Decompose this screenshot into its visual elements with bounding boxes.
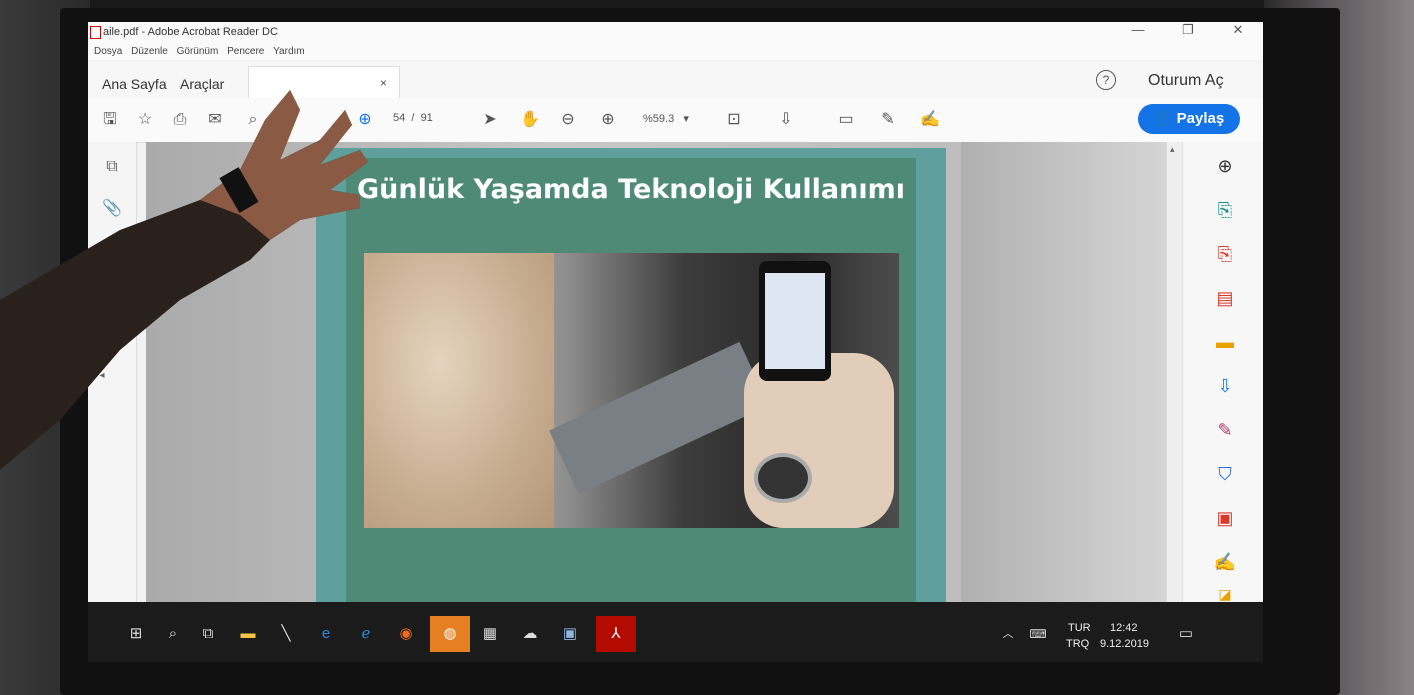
edit-pdf-icon[interactable]: ✎ xyxy=(1213,418,1237,442)
organize-pages-icon[interactable]: ▤ xyxy=(1213,286,1237,310)
next-page-icon[interactable]: ⊕ xyxy=(355,110,375,130)
photo-phone xyxy=(759,261,831,381)
zoom-pane-icon[interactable]: ⊕ xyxy=(1213,154,1237,178)
lang-indicator-bottom[interactable]: TRQ xyxy=(1066,638,1089,650)
toolbar: 🖫 ☆ ⎙ ✉ ⌕ ⊕ 54 / 91 ➤ ✋ ⊖ ⊕ %59.3 ▾ ⊡ ⇩ … xyxy=(88,98,1263,143)
share-button-label: Paylaş xyxy=(1176,110,1225,127)
layers-icon[interactable]: ◈ xyxy=(102,238,122,258)
menu-file[interactable]: Dosya xyxy=(94,46,122,57)
close-icon[interactable]: ✕ xyxy=(1223,22,1253,38)
file-explorer-icon[interactable]: ▬ xyxy=(238,624,258,644)
page-indicator: 54 / 91 xyxy=(393,112,433,124)
menu-bar: Dosya Düzenle Görünüm Pencere Yardım xyxy=(88,42,1263,60)
print-icon[interactable]: ⎙ xyxy=(170,110,190,130)
menu-view[interactable]: Görünüm xyxy=(177,46,219,57)
firefox-icon[interactable]: ◉ xyxy=(396,624,416,644)
fit-page-icon[interactable]: ⊡ xyxy=(724,110,744,130)
clock-date[interactable]: 9.12.2019 xyxy=(1100,638,1149,650)
title-bar: aile.pdf - Adobe Acrobat Reader DC — ❐ ✕ xyxy=(88,22,1263,42)
attachment-icon[interactable]: 📎 xyxy=(102,198,122,218)
windows-taskbar: ⊞ ⌕ ⧉ ▬ ╲ e ℯ ◉ ◍ ▦ ☁ ▣ ⅄ ︿ ⌨ TUR TRQ 12… xyxy=(88,602,1166,662)
calculator-icon[interactable]: ▦ xyxy=(480,624,500,644)
comment-icon[interactable]: ▭ xyxy=(836,110,856,130)
taskbar-right: ▭ xyxy=(1166,602,1263,662)
combine-files-icon[interactable]: ⇩ xyxy=(1213,374,1237,398)
export-pdf-icon[interactable]: ⎘ xyxy=(1213,242,1237,266)
bookmark-star-icon[interactable]: ☆ xyxy=(135,110,155,130)
email-icon[interactable]: ✉ xyxy=(205,110,225,130)
screen: aile.pdf - Adobe Acrobat Reader DC — ❐ ✕… xyxy=(88,22,1263,662)
sign-icon[interactable]: ✍ xyxy=(920,110,940,130)
page-separator: / xyxy=(411,112,415,124)
comment-tool-icon[interactable]: ▬ xyxy=(1213,330,1237,354)
task-view-icon[interactable]: ⧉ xyxy=(198,624,218,644)
tools-pane: ⊕ ⎘ ⎘ ▤ ▬ ⇩ ✎ ⛉ ▣ ✍ ◪ ⌄ ⇥ xyxy=(1182,142,1263,662)
slide-photo xyxy=(364,253,899,528)
photo-arm xyxy=(549,341,769,495)
document-area: Günlük Yaşamda Teknoloji Kullanımı xyxy=(146,142,1171,662)
zoom-level-select[interactable]: %59.3 ▾ xyxy=(643,112,689,125)
fill-sign-icon[interactable]: ✍ xyxy=(1213,550,1237,574)
scroll-up-icon[interactable]: ▴ xyxy=(1170,144,1175,155)
page-total: 91 xyxy=(420,112,433,124)
tab-document[interactable] xyxy=(248,66,400,99)
pdf-file-icon[interactable]: ▣ xyxy=(1213,506,1237,530)
slide-page: Günlük Yaşamda Teknoloji Kullanımı xyxy=(346,158,916,628)
tray-chevron-icon[interactable]: ︿ xyxy=(998,624,1018,644)
app-icon[interactable]: ☁ xyxy=(520,624,540,644)
protect-icon[interactable]: ⛉ xyxy=(1213,462,1237,486)
taskbar-search-icon[interactable]: ⌕ xyxy=(163,624,183,644)
window-title: aile.pdf - Adobe Acrobat Reader DC xyxy=(103,26,278,38)
scroll-mode-icon[interactable]: ⇩ xyxy=(776,110,796,130)
collapse-left-icon[interactable]: ◂ xyxy=(92,370,112,390)
internet-explorer-icon[interactable]: ℯ xyxy=(356,624,376,644)
tab-close-icon[interactable]: × xyxy=(380,76,387,90)
app-window-icon[interactable]: ▣ xyxy=(560,624,580,644)
minimize-icon[interactable]: — xyxy=(1123,22,1153,37)
create-pdf-icon[interactable]: ⎘ xyxy=(1213,198,1237,222)
page-thumbnails-icon[interactable]: ⧉ xyxy=(102,158,122,178)
menu-help[interactable]: Yardım xyxy=(273,46,305,57)
help-icon[interactable]: ? xyxy=(1096,70,1116,90)
tab-bar: Ana Sayfa Araçlar × ? Oturum Aç xyxy=(88,62,1263,99)
document-background xyxy=(961,142,1171,662)
acrobat-app-icon xyxy=(90,26,101,39)
pen-app-icon[interactable]: ╲ xyxy=(276,624,296,644)
tab-home[interactable]: Ana Sayfa xyxy=(102,76,167,92)
chrome-icon[interactable]: ◍ xyxy=(430,616,470,652)
photo-steering-logo xyxy=(754,453,812,503)
vertical-scrollbar[interactable]: ▴ ▾ xyxy=(1166,142,1183,662)
share-button[interactable]: 👤 Paylaş xyxy=(1138,104,1240,134)
hand-tool-icon[interactable]: ✋ xyxy=(520,110,540,130)
clock-time[interactable]: 12:42 xyxy=(1110,622,1138,634)
restore-icon[interactable]: ❐ xyxy=(1173,22,1203,38)
menu-window[interactable]: Pencere xyxy=(227,46,264,57)
add-user-icon: 👤 xyxy=(1153,110,1173,127)
page-current-input[interactable]: 54 xyxy=(393,112,405,124)
tab-tools[interactable]: Araçlar xyxy=(180,76,224,92)
acrobat-taskbar-icon[interactable]: ⅄ xyxy=(596,616,636,652)
keyboard-icon[interactable]: ⌨ xyxy=(1028,624,1048,644)
left-navigation-pane: ⧉ 📎 ◈ ◂ xyxy=(88,142,137,602)
save-icon[interactable]: 🖫 xyxy=(100,110,120,130)
slide-title: Günlük Yaşamda Teknoloji Kullanımı xyxy=(357,174,905,205)
edge-icon[interactable]: e xyxy=(316,624,336,644)
zoom-level-value: %59.3 xyxy=(643,113,675,125)
select-cursor-icon[interactable]: ➤ xyxy=(480,110,500,130)
windows-start-icon[interactable]: ⊞ xyxy=(126,624,146,644)
search-icon[interactable]: ⌕ xyxy=(243,110,263,130)
zoom-in-icon[interactable]: ⊕ xyxy=(598,110,618,130)
lang-indicator-top[interactable]: TUR xyxy=(1068,622,1091,634)
highlight-pen-icon[interactable]: ✎ xyxy=(878,110,898,130)
zoom-out-icon[interactable]: ⊖ xyxy=(558,110,578,130)
photo-woman-head xyxy=(364,253,554,528)
menu-edit[interactable]: Düzenle xyxy=(131,46,168,57)
action-center-icon[interactable]: ▭ xyxy=(1176,624,1196,644)
signin-link[interactable]: Oturum Aç xyxy=(1148,72,1224,90)
